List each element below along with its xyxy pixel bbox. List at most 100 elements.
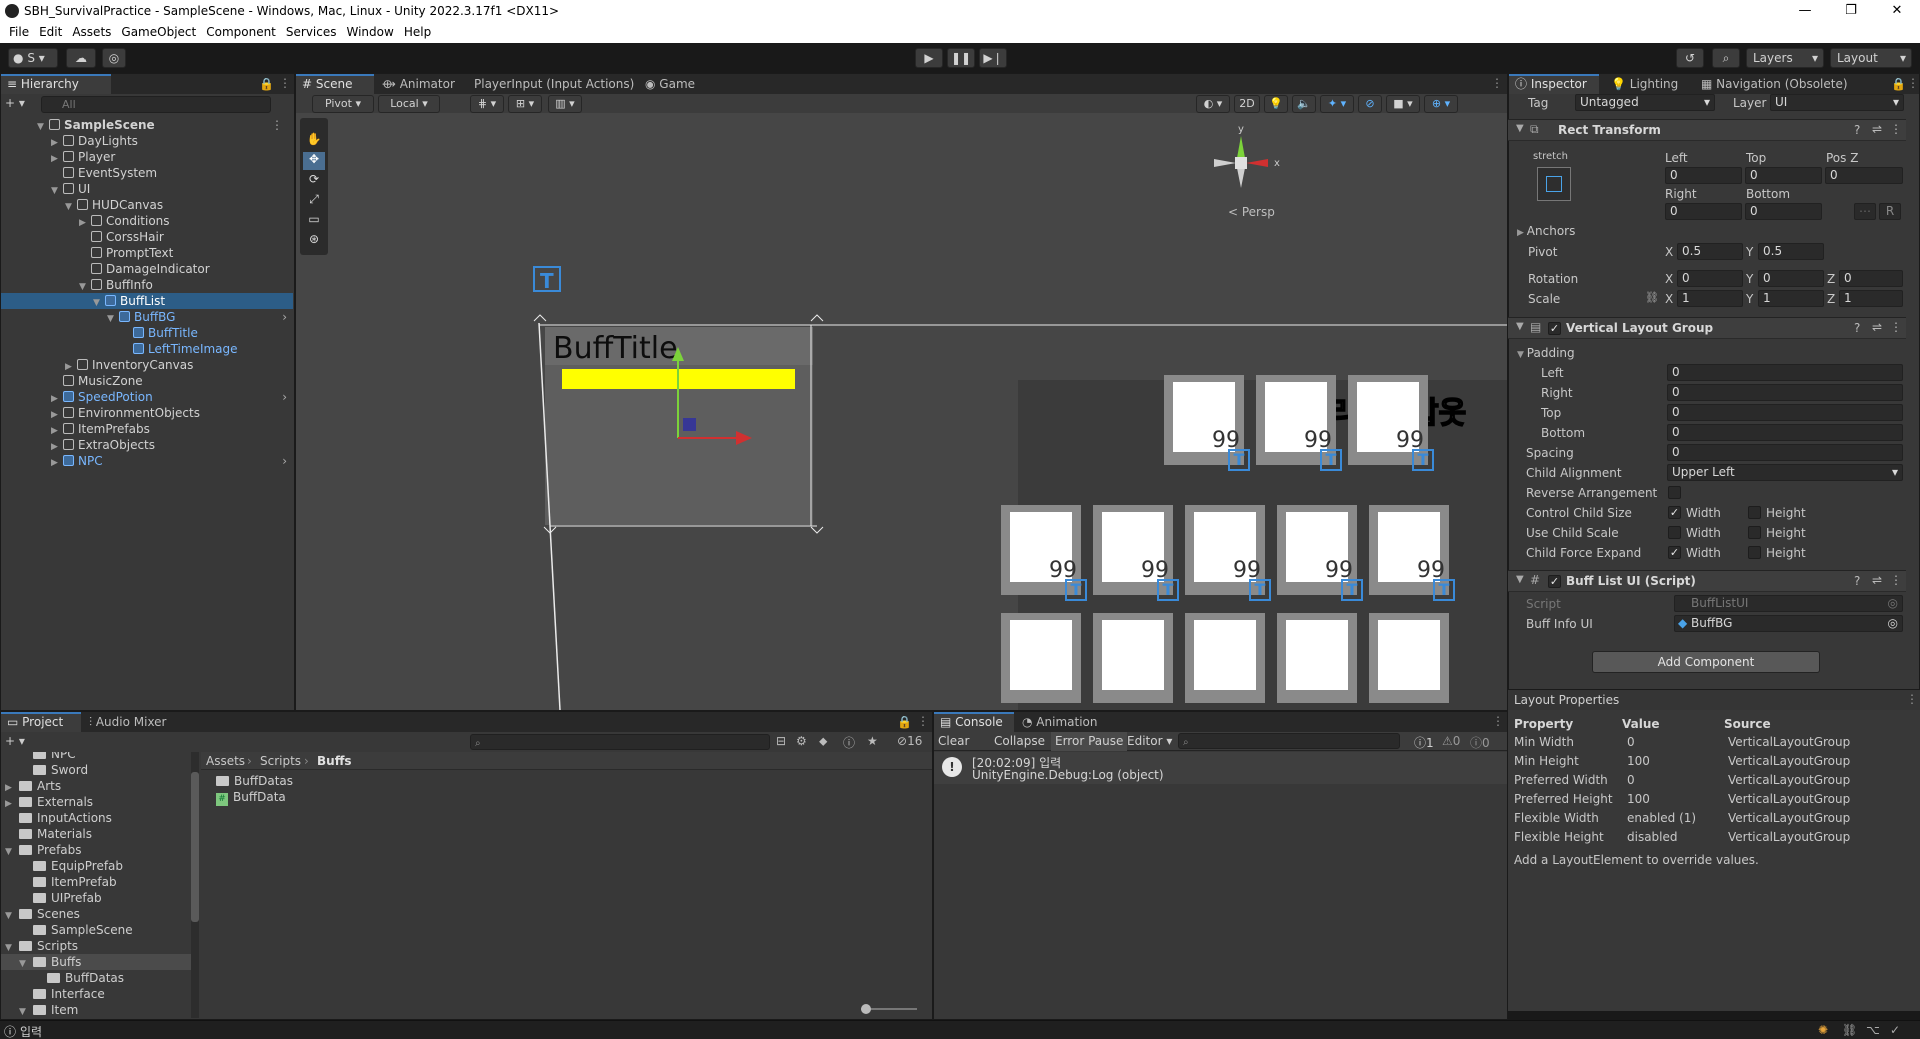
more-icon[interactable]: ⋮ — [1491, 76, 1503, 90]
hierarchy-item[interactable]: ▶ Player — [1, 149, 293, 165]
control-size-height-checkbox[interactable] — [1748, 506, 1761, 519]
project-folder-item[interactable]: ItemPrefab — [1, 874, 191, 890]
project-folder-item[interactable]: EquipPrefab — [1, 858, 191, 874]
lock-icon[interactable]: 🔒 — [259, 77, 274, 91]
menu-gameobject[interactable]: GameObject — [121, 22, 196, 43]
editor-dropdown[interactable]: Editor ▾ — [1127, 734, 1172, 748]
maximize-button[interactable]: ❐ — [1828, 0, 1874, 22]
tab-lighting[interactable]: 💡 Lighting — [1605, 74, 1684, 94]
help-icon[interactable]: ? — [1854, 123, 1860, 137]
more-icon[interactable]: ⋮ — [1890, 320, 1902, 334]
help-icon[interactable]: ? — [1854, 574, 1860, 588]
preset-icon[interactable]: ⇌ — [1872, 320, 1882, 334]
debug-icon[interactable]: ⌥ — [1866, 1023, 1880, 1037]
tab-inspector[interactable]: ⓘ Inspector — [1509, 74, 1599, 94]
collab-icon[interactable]: ◎ — [102, 48, 126, 68]
hierarchy-item[interactable]: ▶ InventoryCanvas — [1, 357, 293, 373]
expand-arrow-icon[interactable]: ▶ — [51, 455, 63, 471]
hierarchy-item[interactable]: DamageIndicator — [1, 261, 293, 277]
bake-icon[interactable]: ✺ — [1818, 1023, 1828, 1037]
lighting-icon[interactable]: 💡 — [1264, 95, 1288, 113]
info-count-toggle[interactable]: ⓘ1 — [1414, 734, 1434, 751]
hierarchy-item[interactable]: LeftTimeImage — [1, 341, 293, 357]
foldout-icon[interactable]: ▼ — [1516, 123, 1524, 134]
clear-button[interactable]: Clear — [938, 734, 969, 748]
link-icon[interactable]: ⛓ — [1645, 291, 1659, 304]
more-icon[interactable]: ⋮ — [1907, 76, 1919, 90]
posz-field[interactable]: 0 — [1825, 167, 1903, 184]
chevron-right-icon[interactable]: › — [282, 309, 287, 325]
buff-list-ui-header[interactable]: ▼ # ✓ Buff List UI (Script) ? ⇌ ⋮ — [1508, 570, 1906, 592]
padding-right-field[interactable]: 0 — [1667, 384, 1903, 401]
bottom-field[interactable]: 0 — [1745, 203, 1822, 220]
menu-component[interactable]: Component — [206, 22, 276, 43]
project-folder-item[interactable]: Sword — [1, 762, 191, 778]
chevron-right-icon[interactable]: › — [282, 453, 287, 469]
breadcrumb-assets[interactable]: Assets — [206, 754, 245, 768]
anchor-preset-button[interactable] — [1537, 167, 1571, 201]
reverse-arrangement-checkbox[interactable] — [1668, 486, 1681, 499]
gizmos-icon[interactable]: ⊕ ▾ — [1424, 95, 1458, 113]
local-dropdown[interactable]: Local ▾ — [378, 95, 440, 113]
hierarchy-item[interactable]: ▼ BuffList — [1, 293, 293, 309]
cloud-icon[interactable]: ☁ — [66, 48, 96, 68]
project-folder-item[interactable]: ▼ Scenes — [1, 906, 191, 922]
icon-size-slider[interactable] — [861, 1004, 917, 1014]
play-button[interactable]: ▶ — [915, 48, 943, 68]
more-icon[interactable]: ⋮ — [917, 714, 929, 728]
step-button[interactable]: ▶❘ — [979, 48, 1007, 68]
file-buffdatas[interactable]: BuffDatas — [216, 774, 293, 788]
padding-foldout[interactable]: ▼ Padding — [1517, 346, 1575, 360]
project-folder-item[interactable]: ▼ Scripts — [1, 938, 191, 954]
spacing-field[interactable]: 0 — [1667, 444, 1903, 461]
hierarchy-item[interactable]: ▼ SampleScene ⋮ — [1, 117, 293, 133]
tab-hierarchy[interactable]: ≡ Hierarchy — [1, 74, 111, 94]
tab-scene[interactable]: # Scene — [296, 74, 374, 94]
favorite-icon[interactable]: ★ — [867, 734, 878, 748]
project-folder-item[interactable]: NPC — [1, 752, 191, 762]
console-entry[interactable]: ! [20:02:09] 입력 UnityEngine.Debug:Log (o… — [934, 752, 1507, 784]
project-folder-item[interactable]: ▶ Arts — [1, 778, 191, 794]
top-field[interactable]: 0 — [1745, 167, 1822, 184]
more-icon[interactable]: ⋮ — [1492, 714, 1504, 728]
scene-view[interactable]: ✋ ✥ ⟳ ⤢ ▭ ⊛ 무기 머리 갑옷 99T99T99T99T99T99T9… — [296, 113, 1507, 710]
help-icon[interactable]: ? — [1854, 321, 1860, 335]
search-by-type-icon[interactable]: ⊟ — [776, 734, 786, 748]
add-component-button[interactable]: Add Component — [1592, 651, 1820, 673]
rect-transform-header[interactable]: ▼ ⧉ Rect Transform ? ⇌ ⋮ — [1508, 119, 1906, 141]
hierarchy-item[interactable]: BuffTitle — [1, 325, 293, 341]
warning-count-toggle[interactable]: ⚠0 — [1442, 734, 1460, 748]
error-count-toggle[interactable]: ⓘ0 — [1470, 734, 1490, 751]
use-scale-height-checkbox[interactable] — [1748, 526, 1761, 539]
hierarchy-item[interactable]: ▶ ItemPrefabs — [1, 421, 293, 437]
info-icon[interactable]: ⓘ — [843, 734, 855, 751]
hierarchy-item[interactable]: EventSystem — [1, 165, 293, 181]
raw-edit-button[interactable]: R — [1879, 203, 1901, 220]
scale-x-field[interactable]: 1 — [1677, 290, 1743, 307]
tab-navigation[interactable]: ▦ Navigation (Obsolete) — [1695, 74, 1854, 94]
search-by-label-icon[interactable]: ⚙ — [796, 734, 807, 748]
perspective-label[interactable]: < Persp — [1228, 205, 1275, 219]
menu-help[interactable]: Help — [404, 22, 431, 43]
force-expand-width-checkbox[interactable]: ✓ — [1668, 546, 1681, 559]
tab-console[interactable]: ▤ Console — [934, 712, 1014, 732]
error-pause-button[interactable]: Error Pause — [1051, 732, 1128, 751]
more-icon[interactable]: ⋮ — [1890, 122, 1902, 136]
menu-assets[interactable]: Assets — [72, 22, 111, 43]
layout-properties-header[interactable]: Layout Properties ⋮ — [1508, 690, 1920, 710]
preset-icon[interactable]: ⇌ — [1872, 573, 1882, 587]
collapse-button[interactable]: Collapse — [994, 734, 1045, 748]
mode-2d-button[interactable]: 2D — [1234, 95, 1260, 113]
use-scale-width-checkbox[interactable] — [1668, 526, 1681, 539]
child-alignment-dropdown[interactable]: Upper Left ▾ — [1667, 464, 1903, 481]
create-button[interactable]: + ▾ — [5, 734, 25, 748]
rotation-y-field[interactable]: 0 — [1758, 270, 1824, 287]
hierarchy-item[interactable]: ▶ EnvironmentObjects — [1, 405, 293, 421]
audio-icon[interactable]: 🔈 — [1292, 95, 1316, 113]
file-buffdata[interactable]: # BuffData — [216, 790, 286, 806]
grid-snap-icon[interactable]: ⋕ ▾ — [470, 95, 504, 113]
tag-dropdown[interactable]: Untagged ▾ — [1575, 94, 1715, 111]
hierarchy-item[interactable]: ▶ Conditions — [1, 213, 293, 229]
padding-left-field[interactable]: 0 — [1667, 364, 1903, 381]
tab-audio-mixer[interactable]: ⫶ Audio Mixer — [83, 712, 173, 732]
